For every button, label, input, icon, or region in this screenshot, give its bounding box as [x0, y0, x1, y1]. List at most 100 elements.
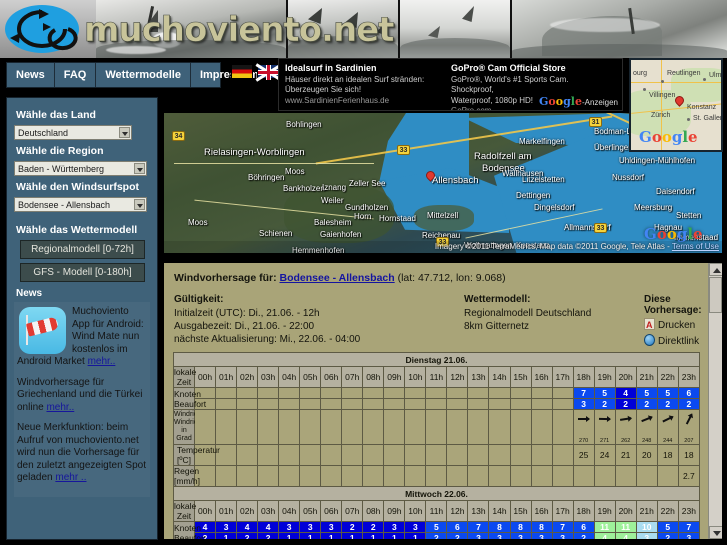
left-sidebar: Wähle das Land Deutschland Wähle die Reg… [6, 97, 158, 540]
road-shield: 33 [397, 145, 410, 155]
rain-cell [488, 465, 511, 487]
hour-cell: 15h [509, 366, 532, 388]
map-label: Wallhausen [502, 169, 544, 178]
knots-row: Knoten Beaufort 4 3 4 4 3 3 3 2 2 3 3 5 6 7 8 8 8 7 6 11 11 10 5… [172, 521, 701, 539]
rain-cell [467, 465, 490, 487]
hour-cell: 05h [299, 500, 322, 522]
direction-cell [194, 409, 217, 445]
temperature-cell: 18 [656, 444, 679, 466]
print-action[interactable]: Drucken [644, 318, 709, 333]
directlink-label: Direktlink [658, 336, 700, 347]
chevron-down-icon[interactable] [134, 199, 145, 210]
chevron-down-icon[interactable] [119, 127, 130, 138]
beaufort-cell [236, 398, 259, 410]
model-button-regional[interactable]: Regionalmodell [0-72h] [20, 240, 145, 259]
temperature-cell [467, 444, 490, 466]
beaufort-cell: 1 [299, 532, 322, 539]
scroll-down-button[interactable] [709, 526, 722, 539]
hour-cell: 19h [593, 500, 616, 522]
select-spot[interactable]: Bodensee - Allensbach [14, 197, 147, 212]
direction-degrees: 262 [621, 438, 631, 444]
map-spot-marker[interactable] [424, 169, 437, 184]
beaufort-cell: 3 [488, 532, 511, 539]
knots-cell [320, 387, 343, 399]
map-label: Radolfzell am [474, 151, 532, 162]
direction-cell [278, 409, 301, 445]
map-label: Moos [188, 218, 208, 227]
chevron-down-icon[interactable] [134, 163, 145, 174]
rain-cell [320, 465, 343, 487]
map-terms-link[interactable]: Terms of Use [672, 242, 719, 251]
site-logo-text: muchoviento.net [84, 10, 395, 51]
hour-cell: 09h [383, 366, 406, 388]
direction-cell [446, 409, 469, 445]
knots-cell: 10 [635, 521, 658, 533]
direction-degrees: 248 [642, 438, 652, 444]
news-more-link[interactable]: mehr .. [55, 472, 86, 483]
rain-cell [383, 465, 406, 487]
direction-cell [341, 409, 364, 445]
hour-cell: 23h [677, 500, 701, 522]
hour-cell: 12h [446, 366, 469, 388]
direction-cell: 244 [656, 409, 679, 445]
language-flag-de[interactable] [231, 64, 253, 79]
temperature-cell [488, 444, 511, 466]
direction-cell: 262 [614, 409, 637, 445]
meta-model-row: Regionalmodell Deutschland [464, 308, 592, 319]
select-region[interactable]: Baden - Württemberg [14, 161, 147, 176]
forecast-coords: (lat: 47.712, lon: 9.068) [394, 272, 506, 284]
temperature-cell: 18 [677, 444, 701, 466]
beaufort-cell: 3 [551, 532, 574, 539]
google-ads-label: Google-Anzeigen [539, 95, 618, 108]
scroll-up-button[interactable] [709, 263, 722, 276]
nav-item-news[interactable]: News [7, 63, 55, 87]
map-label: Nussdorf [612, 173, 645, 182]
select-region-value: Baden - Württemberg [18, 164, 105, 174]
directlink-action[interactable]: Direktlink [644, 334, 709, 349]
news-more-link[interactable]: mehr.. [46, 402, 74, 413]
news-more-link[interactable]: mehr.. [88, 356, 116, 367]
android-app-icon[interactable] [19, 307, 66, 354]
knots-cell: 2 [362, 521, 385, 533]
beaufort-cell: 4 [593, 532, 616, 539]
road-shield: 34 [172, 131, 185, 141]
site-logo-icon[interactable] [3, 3, 81, 55]
hour-cell: 12h [446, 500, 469, 522]
hour-cell: 01h [215, 500, 238, 522]
rain-cell [404, 465, 427, 487]
select-country[interactable]: Deutschland [14, 125, 132, 140]
rain-cell [530, 465, 553, 487]
forecast-spot-link[interactable]: Bodensee - Allensbach [280, 272, 395, 284]
mini-map-google-watermark: Google [639, 128, 698, 146]
map-label: Überlingen [594, 143, 633, 152]
nav-item-wettermodelle[interactable]: Wettermodelle [96, 63, 191, 87]
rain-cell [614, 465, 637, 487]
ad-idealsurf[interactable]: Idealsurf in Sardinien Häuser direkt an … [285, 63, 445, 106]
temperature-cell [551, 444, 574, 466]
mini-map-label: ourg [633, 70, 648, 77]
scrollbar-thumb[interactable] [709, 277, 722, 313]
hour-cell: 15h [509, 500, 532, 522]
map-label: Bohlingen [286, 120, 322, 129]
beaufort-cell: 2 [572, 532, 595, 539]
knots-cell: 4 [236, 521, 259, 533]
temperature-cell [362, 444, 385, 466]
map-label: Daisendorf [656, 187, 695, 196]
knots-cell [425, 387, 448, 399]
map-label: Gundholzen [345, 203, 389, 212]
forecast-scrollbar[interactable] [708, 263, 722, 539]
knots-cell: 3 [299, 521, 322, 533]
road-shield: 33 [594, 223, 607, 233]
nav-item-faq[interactable]: FAQ [55, 63, 97, 87]
direction-cell [509, 409, 532, 445]
ad-url[interactable]: www.SardinienFerienhaus.de [285, 96, 445, 107]
beaufort-cell: 1 [404, 532, 427, 539]
overview-mini-map[interactable]: ourg Reutlingen Ulm Villingen Konstanz Zürich… [629, 58, 723, 152]
hour-cell: 09h [383, 500, 406, 522]
knots-cell [509, 387, 532, 399]
language-flag-en[interactable] [255, 63, 283, 82]
wind-arrow-icon [618, 411, 634, 426]
meta-validity: Gültigkeit: Initialzeit (UTC): Di., 21.0… [174, 294, 360, 346]
model-button-gfs[interactable]: GFS - Modell [0-180h] [20, 263, 145, 282]
meta-actions: Diese Vorhersage: Drucken Direktlink [644, 294, 709, 349]
